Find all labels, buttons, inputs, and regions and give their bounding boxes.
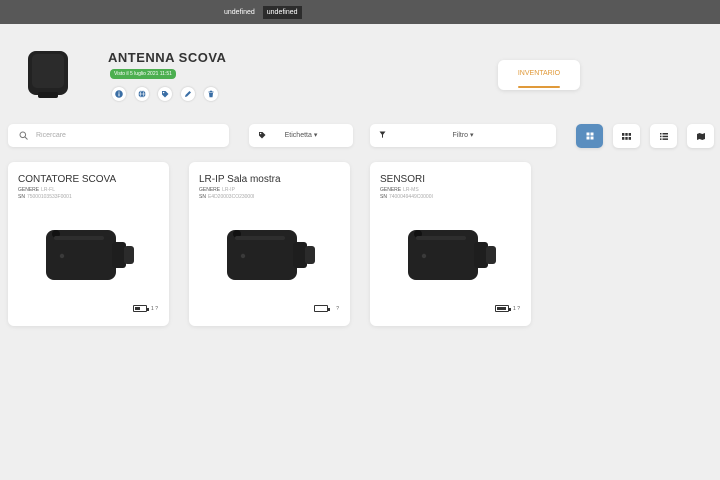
battery-indicator <box>314 305 330 312</box>
map-icon <box>696 132 705 140</box>
genre-value: LR-MS <box>403 187 419 193</box>
card-sn: SN E4D20003CO23000I <box>199 194 254 200</box>
sn-label: SN <box>18 194 25 200</box>
grid-large-icon <box>586 132 593 140</box>
card-genre: GENERE LR-IP <box>199 187 235 193</box>
inventory-underline <box>518 86 560 88</box>
search-icon <box>19 131 28 140</box>
grid-small-icon <box>622 132 631 140</box>
filter-dropdown[interactable]: Filtro ▾ <box>370 124 556 147</box>
top-tab-active[interactable]: undefined <box>262 6 302 19</box>
card-sn: SN 7400049449C0000I <box>380 194 433 200</box>
inventory-button[interactable]: INVENTARIO <box>498 60 580 90</box>
battery-extra: 1 ? <box>151 306 158 312</box>
genre-label: GENERE <box>199 187 221 193</box>
genre-value: LR-FL <box>41 187 56 193</box>
card-genre: GENERE LR-MS <box>380 187 419 193</box>
device-image <box>46 230 134 280</box>
genre-value: LR-IP <box>222 187 235 193</box>
chevron-down-icon: ▾ <box>313 132 318 139</box>
card-title: CONTATORE SCOVA <box>18 174 117 185</box>
inventory-button-label: INVENTARIO <box>517 70 561 77</box>
battery-extra: 1 ? <box>513 306 520 312</box>
view-grid-large-button[interactable] <box>576 124 603 148</box>
sn-value: E4D20003CO23000I <box>207 194 255 200</box>
card-title: LR-IP Sala mostra <box>199 174 281 185</box>
search-input[interactable] <box>36 128 216 143</box>
view-grid-small-button[interactable] <box>613 124 640 148</box>
device-image <box>227 230 315 280</box>
battery-indicator <box>133 305 149 312</box>
search-box <box>8 124 229 147</box>
top-tab[interactable]: undefined <box>220 6 259 19</box>
last-seen-badge: Visto il 5 luglio 2021 11:51 <box>110 69 176 79</box>
device-card[interactable]: SENSORI GENERE LR-MS SN 7400049449C0000I 1… <box>370 162 531 326</box>
card-sn: SN 75000103533F0001 <box>18 194 72 200</box>
device-card[interactable]: LR-IP Sala mostra GENERE LR-IP SN E4D20003… <box>189 162 350 326</box>
tag-icon[interactable] <box>158 87 172 101</box>
info-icon[interactable] <box>112 87 126 101</box>
genre-label: GENERE <box>380 187 402 193</box>
battery-nub <box>147 307 149 311</box>
top-tabs: undefined undefined <box>220 6 302 19</box>
battery-fill <box>135 307 140 310</box>
view-map-button[interactable] <box>687 124 714 148</box>
genre-label: GENERE <box>18 187 40 193</box>
battery-extra: ? <box>336 306 339 312</box>
filter-dropdown-text: Filtro <box>452 132 469 139</box>
chevron-down-icon: ▾ <box>470 132 474 139</box>
battery-indicator <box>495 305 511 312</box>
sn-label: SN <box>199 194 206 200</box>
sn-value: 75000103533F0001 <box>26 194 72 200</box>
battery-fill <box>497 307 506 310</box>
card-genre: GENERE LR-FL <box>18 187 55 193</box>
sn-label: SN <box>380 194 387 200</box>
device-title: ANTENNA SCOVA <box>108 50 227 65</box>
delete-icon[interactable] <box>204 87 218 101</box>
view-list-button[interactable] <box>650 124 677 148</box>
globe-icon[interactable] <box>135 87 149 101</box>
edit-icon[interactable] <box>181 87 195 101</box>
label-dropdown-text: Etichetta <box>284 132 312 139</box>
device-image <box>408 230 496 280</box>
sn-value: 7400049449C0000I <box>388 194 433 200</box>
list-icon <box>659 132 668 140</box>
device-card[interactable]: CONTATORE SCOVA GENERE LR-FL SN 7500010353… <box>8 162 169 326</box>
battery-nub <box>328 307 330 311</box>
label-dropdown[interactable]: Etichetta ▾ <box>249 124 353 147</box>
battery-nub <box>509 307 511 311</box>
device-actions <box>112 87 218 101</box>
device-thumbnail <box>24 48 72 100</box>
top-bar: undefined undefined <box>0 0 720 24</box>
card-title: SENSORI <box>380 174 426 185</box>
